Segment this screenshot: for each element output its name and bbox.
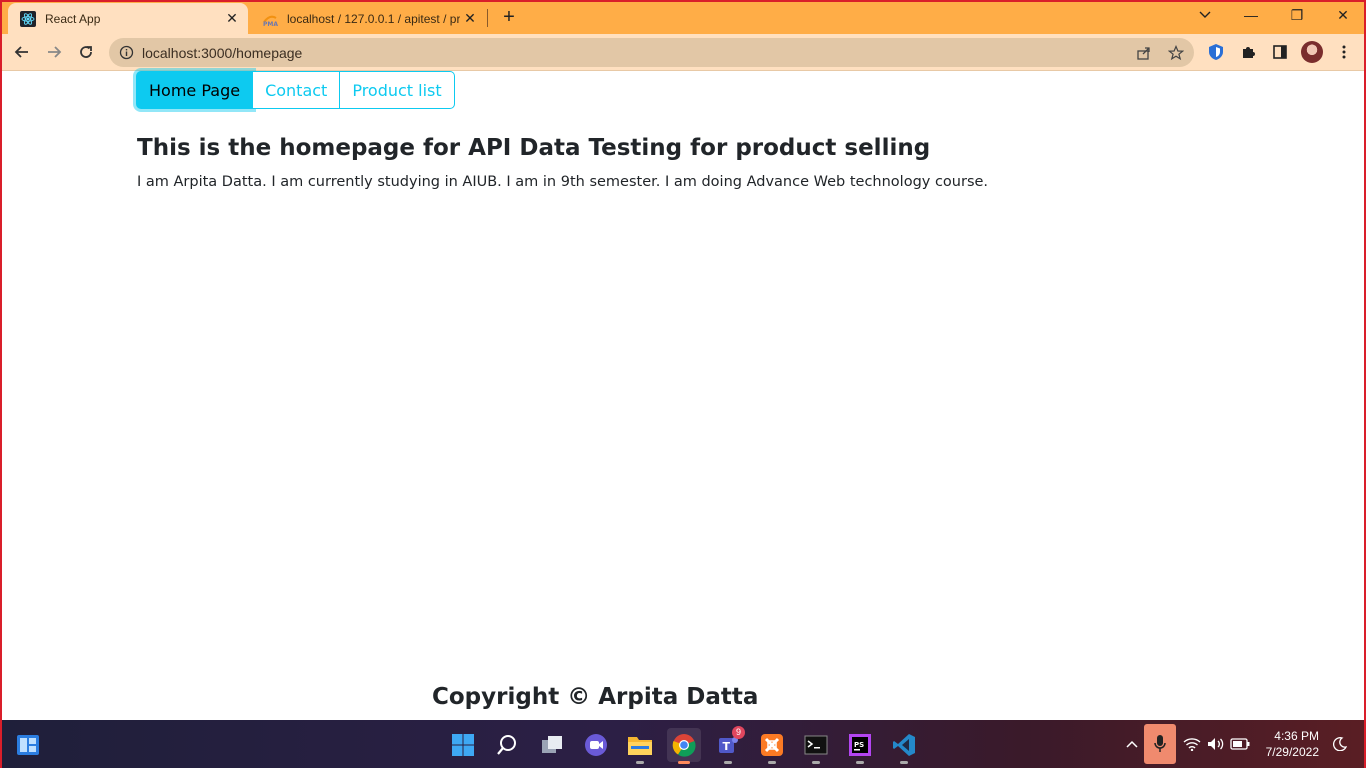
side-panel-icon[interactable] <box>1268 40 1292 64</box>
phpstorm-icon[interactable]: PS <box>843 728 877 764</box>
notification-badge: 9 <box>732 726 745 739</box>
avatar <box>1301 41 1323 63</box>
terminal-icon[interactable] <box>799 728 833 764</box>
phpmyadmin-favicon-icon: PMA <box>262 11 278 27</box>
home-page-button[interactable]: Home Page <box>136 71 254 109</box>
tab-title: React App <box>45 11 101 26</box>
widgets-icon[interactable] <box>11 728 45 762</box>
tab-strip: React App ✕ PMA localhost / 127.0.0.1 / … <box>0 0 1366 34</box>
running-indicator <box>812 761 820 764</box>
close-window-button[interactable]: ✕ <box>1320 0 1366 30</box>
tab-phpmyadmin[interactable]: PMA localhost / 127.0.0.1 / apitest / pr… <box>250 3 486 34</box>
share-icon[interactable] <box>1134 43 1154 63</box>
battery-icon[interactable] <box>1229 720 1251 768</box>
nav-button-group: Home Page Contact Product list <box>136 71 455 109</box>
tab-separator <box>487 9 488 27</box>
profile-avatar[interactable] <box>1300 40 1324 64</box>
vscode-icon[interactable] <box>887 728 921 764</box>
chrome-icon[interactable] <box>667 728 701 764</box>
url-text[interactable]: localhost:3000/homepage <box>142 45 302 61</box>
svg-text:T: T <box>723 740 731 753</box>
running-indicator <box>636 761 644 764</box>
copyright-footer: Copyright © Arpita Datta <box>432 684 759 710</box>
xampp-icon[interactable] <box>755 728 789 764</box>
forward-icon[interactable] <box>40 38 68 66</box>
chat-icon[interactable] <box>579 728 613 762</box>
svg-text:PMA: PMA <box>263 21 278 27</box>
focus-assist-moon-icon[interactable] <box>1330 720 1350 768</box>
page-heading: This is the homepage for API Data Testin… <box>137 135 931 161</box>
clock-time: 4:36 PM <box>1274 729 1319 743</box>
microphone-icon[interactable] <box>1144 724 1176 764</box>
wifi-icon[interactable] <box>1182 720 1202 768</box>
minimize-button[interactable]: — <box>1228 0 1274 30</box>
taskbar: T 9 PS 4:36 PM 7/29/2022 <box>0 720 1366 768</box>
close-tab-icon[interactable]: ✕ <box>460 9 480 29</box>
svg-text:PS: PS <box>854 741 864 749</box>
site-info-icon[interactable] <box>119 45 134 60</box>
close-tab-icon[interactable]: ✕ <box>222 9 242 29</box>
browser-menu-icon[interactable] <box>1332 40 1356 64</box>
tab-search-icon[interactable] <box>1182 0 1228 30</box>
search-icon[interactable] <box>490 728 524 762</box>
new-tab-button[interactable]: + <box>498 6 520 28</box>
active-indicator <box>678 761 690 764</box>
bookmark-star-icon[interactable] <box>1166 43 1186 63</box>
clock-date: 7/29/2022 <box>1265 745 1319 759</box>
running-indicator <box>768 761 776 764</box>
react-favicon-icon <box>20 10 36 27</box>
address-bar[interactable]: localhost:3000/homepage <box>109 38 1194 67</box>
running-indicator <box>856 761 864 764</box>
web-page: Home Page Contact Product list This is t… <box>0 71 1366 720</box>
contact-button[interactable]: Contact <box>253 71 341 109</box>
shield-extension-icon[interactable] <box>1204 40 1228 64</box>
running-indicator <box>724 761 732 764</box>
file-explorer-icon[interactable] <box>623 728 657 764</box>
back-icon[interactable] <box>8 38 36 66</box>
extensions-puzzle-icon[interactable] <box>1236 40 1260 64</box>
tab-title: localhost / 127.0.0.1 / apitest / pr <box>287 11 460 26</box>
browser-toolbar: localhost:3000/homepage <box>0 34 1366 71</box>
running-indicator <box>900 761 908 764</box>
intro-paragraph: I am Arpita Datta. I am currently studyi… <box>137 174 989 190</box>
volume-icon[interactable] <box>1206 720 1226 768</box>
restore-button[interactable]: ❐ <box>1274 0 1320 30</box>
teams-icon[interactable]: T 9 <box>711 726 745 764</box>
task-view-icon[interactable] <box>535 728 569 762</box>
system-clock[interactable]: 4:36 PM 7/29/2022 <box>1255 728 1319 760</box>
start-windows-icon[interactable] <box>446 728 480 762</box>
show-hidden-icons-icon[interactable] <box>1122 720 1142 768</box>
product-list-button[interactable]: Product list <box>340 71 455 109</box>
reload-icon[interactable] <box>72 38 100 66</box>
tab-react-app[interactable]: React App ✕ <box>8 3 248 34</box>
